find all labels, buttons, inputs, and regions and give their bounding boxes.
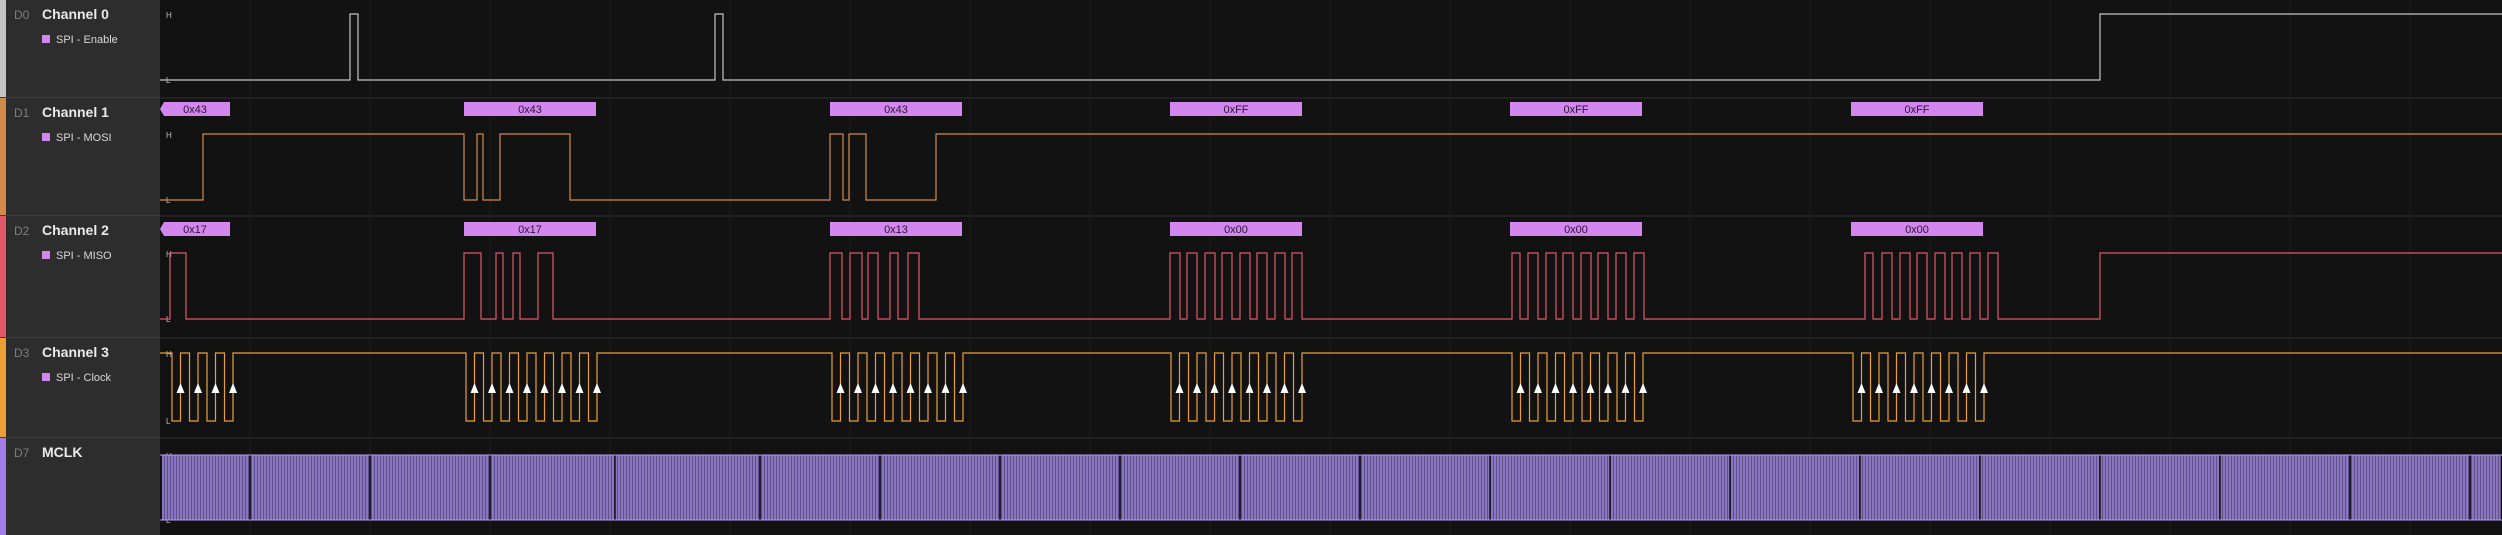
- rising-edge-arrow: [871, 383, 880, 393]
- miso-byte-label: 0x13: [884, 224, 908, 236]
- rising-edge-arrow: [229, 383, 237, 393]
- rising-edge-arrow: [211, 383, 220, 393]
- analyzer-tag[interactable]: SPI - Enable: [42, 34, 118, 46]
- mosi-byte-label: 0x43: [518, 104, 542, 116]
- channel-name[interactable]: MCLK: [42, 444, 82, 460]
- rising-edge-arrow: [505, 383, 514, 393]
- rising-edge-arrow: [470, 383, 479, 393]
- rising-edge-arrow: [1263, 383, 1271, 393]
- rising-edge-arrow: [1980, 383, 1988, 393]
- mosi-byte-label: 0xFF: [1223, 104, 1248, 116]
- channel-0-header[interactable]: D0 Channel 0 SPI - Enable: [0, 0, 160, 98]
- rising-edge-arrow: [1228, 383, 1236, 393]
- analyzer-tag[interactable]: SPI - Clock: [42, 372, 111, 384]
- level-high-label: H: [166, 250, 172, 259]
- analyzer-label: SPI - Clock: [56, 372, 112, 384]
- level-high-label: H: [166, 131, 172, 140]
- rising-edge-arrow: [1875, 383, 1883, 393]
- channel-3-waveform: [160, 352, 2502, 422]
- channel-0-waveform: [160, 13, 2502, 81]
- rising-edge-arrow: [1245, 383, 1254, 393]
- analyzer-tag[interactable]: SPI - MISO: [42, 250, 112, 262]
- rising-edge-arrow: [194, 383, 202, 393]
- rising-edge-arrow: [488, 383, 496, 393]
- channel-id: D2: [14, 224, 30, 238]
- level-high-label: H: [166, 350, 172, 359]
- miso-byte-label: 0x00: [1564, 224, 1588, 236]
- level-low-label: L: [166, 417, 171, 426]
- channel-color-strip: [0, 216, 6, 337]
- rising-edge-arrow: [1857, 383, 1866, 393]
- rising-edge-arrow: [889, 383, 897, 393]
- waveform-area[interactable]: H L H L 0x43 0x43 0x43 0xFF 0xFF 0xFF H L 0x17 0x17 0x…: [160, 0, 2502, 535]
- channel-label-panel: D0 Channel 0 SPI - Enable D1 Channel 1 S…: [0, 0, 160, 535]
- channel-name[interactable]: Channel 2: [42, 222, 109, 238]
- miso-byte-label: 0x17: [183, 224, 207, 236]
- miso-byte-label: 0x00: [1905, 224, 1929, 236]
- channel-id: D0: [14, 8, 30, 22]
- rising-edge-arrow: [1175, 383, 1184, 393]
- channel-color-strip: [0, 338, 6, 437]
- mosi-byte-label: 0x43: [183, 104, 207, 116]
- mosi-byte-label: 0xFF: [1904, 104, 1929, 116]
- channel-color-strip: [0, 438, 6, 535]
- analyzer-color-swatch: [42, 35, 50, 43]
- channel-id: D1: [14, 106, 30, 120]
- channel-id: D7: [14, 446, 30, 460]
- rising-edge-arrow: [1892, 383, 1901, 393]
- rising-edge-arrow: [1621, 383, 1630, 393]
- channel-color-strip: [0, 0, 6, 97]
- rising-edge-arrow: [1551, 383, 1560, 393]
- channel-3-header[interactable]: D3 Channel 3 SPI - Clock: [0, 338, 160, 438]
- logic-analyzer-view: D0 Channel 0 SPI - Enable D1 Channel 1 S…: [0, 0, 2502, 535]
- miso-byte-label: 0x17: [518, 224, 542, 236]
- channel-id: D3: [14, 346, 30, 360]
- rising-edge-arrow: [1639, 383, 1647, 393]
- miso-byte-label: 0x00: [1224, 224, 1248, 236]
- analyzer-label: SPI - MOSI: [56, 132, 112, 144]
- rising-edge-arrow: [1586, 383, 1595, 393]
- rising-edge-arrow: [924, 383, 932, 393]
- rising-edge-arrow: [523, 383, 531, 393]
- rising-edge-arrow: [906, 383, 915, 393]
- analyzer-label: SPI - Enable: [56, 34, 118, 46]
- rising-edge-arrow: [1945, 383, 1953, 393]
- level-high-label: H: [166, 11, 172, 20]
- rising-edge-arrow: [1298, 383, 1306, 393]
- channel-name[interactable]: Channel 1: [42, 104, 109, 120]
- rising-edge-arrow: [836, 383, 845, 393]
- analyzer-label: SPI - MISO: [56, 250, 112, 262]
- channel-name[interactable]: Channel 0: [42, 6, 109, 22]
- channel-1-waveform: [160, 133, 2502, 201]
- channel-7-header[interactable]: D7 MCLK: [0, 438, 160, 535]
- rising-edge-arrow: [1280, 383, 1289, 393]
- rising-edge-arrow: [941, 383, 950, 393]
- rising-edge-arrow: [1910, 383, 1918, 393]
- rising-edge-arrow: [176, 383, 185, 393]
- rising-edge-arrow: [1604, 383, 1612, 393]
- analyzer-color-swatch: [42, 373, 50, 381]
- rising-edge-arrow: [1962, 383, 1971, 393]
- rising-edge-arrow: [540, 383, 549, 393]
- analyzer-color-swatch: [42, 251, 50, 259]
- channel-2-waveform: [160, 252, 2502, 320]
- rising-edge-arrow: [593, 383, 601, 393]
- mosi-byte-label: 0xFF: [1563, 104, 1588, 116]
- channel-2-header[interactable]: D2 Channel 2 SPI - MISO: [0, 216, 160, 338]
- analyzer-color-swatch: [42, 133, 50, 141]
- channel-1-header[interactable]: D1 Channel 1 SPI - MOSI: [0, 98, 160, 216]
- rising-edge-arrow: [1193, 383, 1201, 393]
- channel-color-strip: [0, 98, 6, 215]
- rising-edge-arrow: [1534, 383, 1542, 393]
- mosi-byte-label: 0x43: [884, 104, 908, 116]
- analyzer-tag[interactable]: SPI - MOSI: [42, 132, 112, 144]
- rising-edge-arrow: [1516, 383, 1525, 393]
- rising-edge-arrow: [1927, 383, 1936, 393]
- channel-name[interactable]: Channel 3: [42, 344, 109, 360]
- rising-edge-arrow: [575, 383, 584, 393]
- rising-edge-arrow: [854, 383, 862, 393]
- rising-edge-arrow: [959, 383, 967, 393]
- rising-edge-arrow: [1210, 383, 1219, 393]
- rising-edge-arrow: [558, 383, 566, 393]
